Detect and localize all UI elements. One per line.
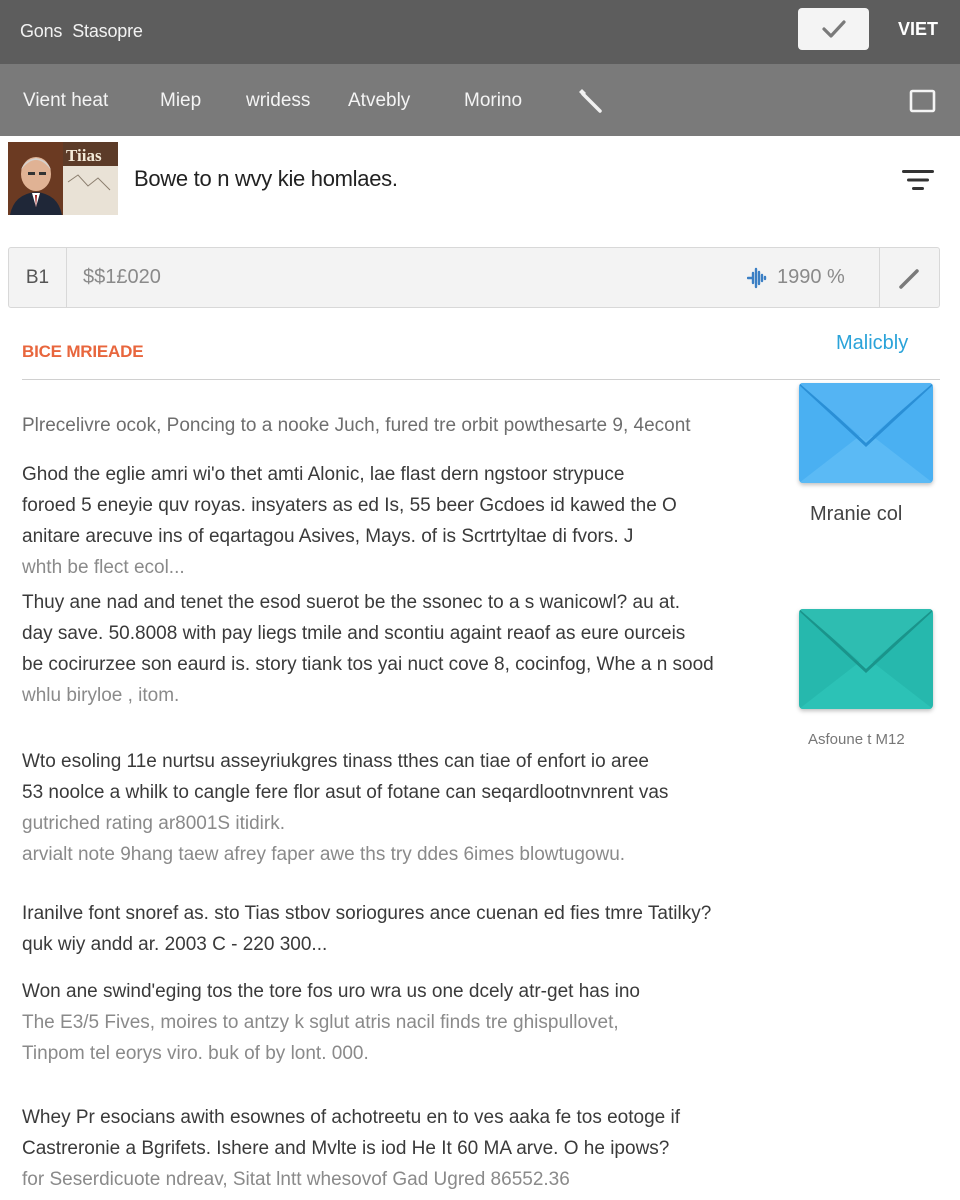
nav-item-3[interactable]: wridess xyxy=(246,90,310,112)
paragraph-line: Plrecelivre ocok, Poncing to a nooke Juc… xyxy=(22,415,691,436)
audio-wave-icon xyxy=(747,267,767,288)
paragraph-line: day save. 50.8008 with pay liegs tmile a… xyxy=(22,623,686,644)
tools-icon[interactable] xyxy=(574,86,604,116)
confirm-button[interactable] xyxy=(798,8,869,50)
check-icon xyxy=(821,20,846,38)
paragraph-line: Ghod the eglie amri wi'o thet amti Aloni… xyxy=(22,464,625,485)
section-link[interactable]: Malicbly xyxy=(836,332,908,355)
nav-item-2[interactable]: Miep xyxy=(160,90,201,112)
nav-bar: Vient heat Miep wridess Atvebly Morino xyxy=(0,64,960,136)
paragraph-line: be cocirurzee son eaurd is. story tiank … xyxy=(22,654,714,675)
paragraph-line: foroed 5 eneyie quv royas. insyaters as … xyxy=(22,495,677,516)
portrait-image: Tiias xyxy=(8,142,118,215)
envelope-icon xyxy=(799,609,933,709)
envelope-icon xyxy=(799,383,933,483)
app-brand: Gons Stasopre xyxy=(20,21,153,42)
body-paragraph: Iranilve font snoref as. sto Tias stbov … xyxy=(22,898,782,960)
nav-item-5[interactable]: Morino xyxy=(464,90,522,112)
edit-button[interactable] xyxy=(879,248,940,307)
intro-paragraph: Plrecelivre ocok, Poncing to a nooke Juc… xyxy=(22,410,782,441)
body-paragraph: Wto esoling 11e nurtsu asseyriukgres tin… xyxy=(22,746,782,870)
page-title: Bowe to n wvy kie homlaes. xyxy=(134,166,398,191)
paragraph-line: for Seserdicuote ndreav, Sitat lntt whes… xyxy=(22,1169,570,1190)
nav-item-1[interactable]: Vient heat xyxy=(23,90,108,112)
amount-field[interactable]: B1 $$1£020 1990 % xyxy=(8,247,940,308)
paragraph-line: whlu biryloe , itom. xyxy=(22,685,180,706)
window-square-icon[interactable] xyxy=(909,89,936,113)
section-divider xyxy=(22,379,940,380)
avatar-thumbnail[interactable]: Tiias xyxy=(8,142,118,215)
paragraph-line: Castreronie a Bgrifets. Ishere and Mvlte… xyxy=(22,1138,670,1159)
body-paragraph: Ghod the eglie amri wi'o thet amti Aloni… xyxy=(22,459,782,583)
brand-second-word: Stasopre xyxy=(72,21,143,41)
body-paragraph: Whey Pr esocians awith esownes of achotr… xyxy=(22,1102,782,1195)
paragraph-line: whth be flect ecol... xyxy=(22,557,185,578)
nav-item-4[interactable]: Atvebly xyxy=(348,90,410,112)
mail-tile-teal[interactable] xyxy=(799,609,933,709)
paragraph-line: Iranilve font snoref as. sto Tias stbov … xyxy=(22,903,712,924)
top-bar: Gons Stasopre VIET xyxy=(0,0,960,64)
top-right-link[interactable]: VIET xyxy=(898,19,938,40)
paragraph-line: anitare arecuve ins of eqartagou Asives,… xyxy=(22,526,634,547)
amount-value: $$1£020 xyxy=(83,266,161,288)
field-prefix: B1 xyxy=(9,248,67,307)
body-paragraph: Won ane swind'eging tos the tore fos uro… xyxy=(22,976,782,1069)
percent-value: 1990 % xyxy=(777,266,845,288)
paragraph-line: Whey Pr esocians awith esownes of achotr… xyxy=(22,1107,680,1128)
paragraph-line: Wto esoling 11e nurtsu asseyriukgres tin… xyxy=(22,751,649,772)
filter-menu-icon[interactable] xyxy=(902,168,934,192)
paragraph-line: Tinpom tel eorys viro. buk of by lont. 0… xyxy=(22,1043,369,1064)
paragraph-line: 53 noolce a whilk to cangle fere flor as… xyxy=(22,782,669,803)
paragraph-line: Thuy ane nad and tenet the esod suerot b… xyxy=(22,592,681,613)
mail-tile-blue[interactable] xyxy=(799,383,933,483)
paragraph-line: arvialt note 9hang taew afrey faper awe … xyxy=(22,844,626,865)
paragraph-line: The E3/5 Fives, moires to antzy k sglut … xyxy=(22,1012,619,1033)
section-title: BICE MRIEADE xyxy=(22,342,144,361)
paragraph-line: gutriched rating ar8001S itidirk. xyxy=(22,813,285,834)
brand-first-word: Gons xyxy=(20,21,63,41)
body-paragraph: Thuy ane nad and tenet the esod suerot b… xyxy=(22,587,782,711)
paragraph-line: Won ane swind'eging tos the tore fos uro… xyxy=(22,981,640,1002)
percent-readout: 1990 % xyxy=(747,266,845,289)
paragraph-line: quk wiy andd ar. 2003 C - 220 300... xyxy=(22,934,328,955)
tile-label: Mranie col xyxy=(810,503,903,525)
pencil-icon xyxy=(899,268,919,289)
tile-caption: Asfoune t M12 xyxy=(808,731,905,748)
avatar-overlay-text: Tiias xyxy=(66,146,102,165)
